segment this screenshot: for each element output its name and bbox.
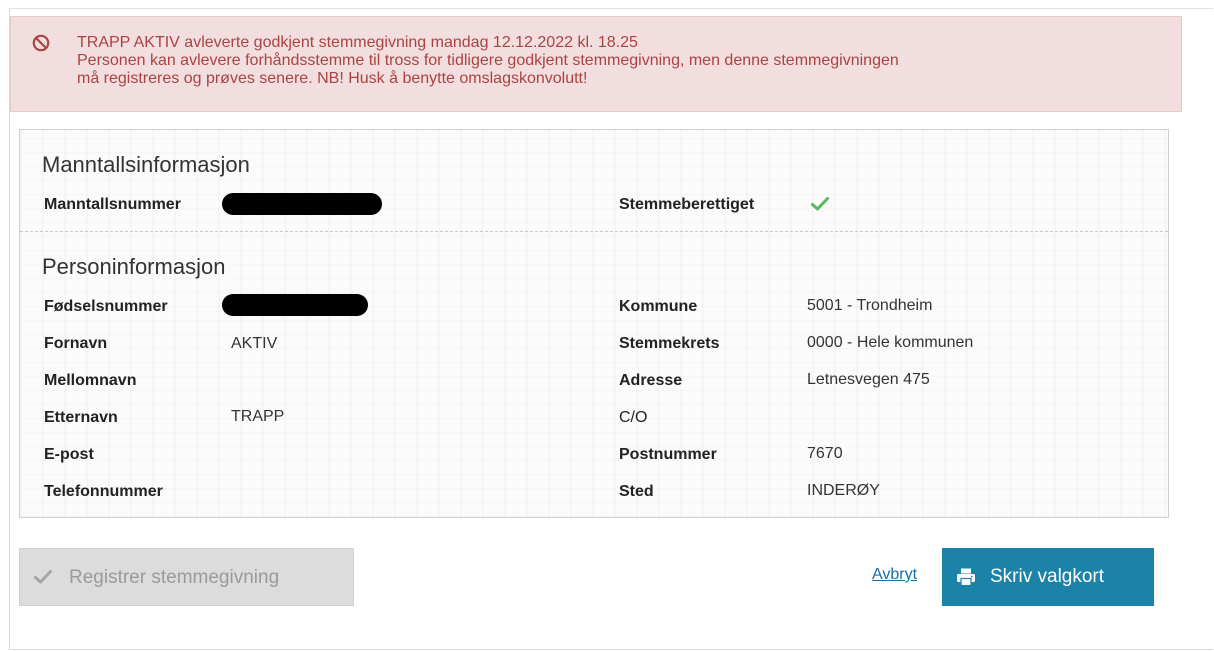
redacted-fodselsnummer [222, 294, 368, 316]
register-vote-label: Registrer stemmegivning [69, 567, 280, 588]
register-vote-button[interactable]: Registrer stemmegivning [19, 548, 354, 606]
adresse-label: Adresse [619, 372, 683, 389]
manntall-section-title: Manntallsinformasjon [42, 152, 250, 177]
fornavn-value: AKTIV [231, 335, 278, 352]
etternavn-value: TRAPP [231, 408, 285, 425]
manntallsnummer-label: Manntallsnummer [44, 196, 181, 213]
person-section-title: Personinformasjon [42, 254, 226, 279]
kommune-value: 5001 - Trondheim [807, 297, 933, 314]
stemmekrets-value: 0000 - Hele kommunen [807, 334, 974, 351]
alert-line-2: Personen kan avlevere forhåndsstemme til… [77, 52, 899, 69]
print-voter-card-label: Skriv valgkort [990, 566, 1105, 587]
fodselsnummer-label: Fødselsnummer [44, 298, 168, 315]
sted-value: INDERØY [807, 482, 880, 499]
fornavn-label: Fornavn [44, 335, 108, 352]
telefonnummer-label: Telefonnummer [44, 483, 163, 500]
kommune-label: Kommune [619, 298, 698, 315]
alert-message: TRAPP AKTIV avleverte godkjent stemmegiv… [77, 34, 1157, 88]
check-icon [34, 570, 52, 584]
print-voter-card-button[interactable]: Skriv valgkort [942, 548, 1154, 606]
redacted-manntallsnummer [222, 193, 382, 215]
adresse-value: Letnesvegen 475 [807, 371, 930, 388]
cancel-link[interactable]: Avbryt [872, 566, 917, 584]
epost-label: E-post [44, 446, 94, 463]
page: TRAPP AKTIV avleverte godkjent stemmegiv… [0, 0, 1214, 651]
stemmekrets-label: Stemmekrets [619, 335, 720, 352]
etternavn-label: Etternavn [44, 409, 118, 426]
check-icon [811, 197, 829, 211]
printer-icon [957, 568, 975, 587]
section-divider [20, 231, 1168, 232]
warning-alert: TRAPP AKTIV avleverte godkjent stemmegiv… [10, 16, 1182, 112]
voter-info-panel: Manntallsinformasjon Manntallsnummer Ste… [19, 129, 1169, 518]
co-label: C/O [619, 409, 648, 426]
ban-icon [32, 34, 50, 52]
alert-line-3: må registreres og prøves senere. NB! Hus… [77, 70, 588, 87]
stemmeberettiget-label: Stemmeberettiget [619, 196, 755, 213]
sted-label: Sted [619, 483, 654, 500]
postnummer-label: Postnummer [619, 446, 717, 463]
postnummer-value: 7670 [807, 445, 843, 462]
mellomnavn-label: Mellomnavn [44, 372, 137, 389]
alert-line-1: TRAPP AKTIV avleverte godkjent stemmegiv… [77, 34, 638, 51]
